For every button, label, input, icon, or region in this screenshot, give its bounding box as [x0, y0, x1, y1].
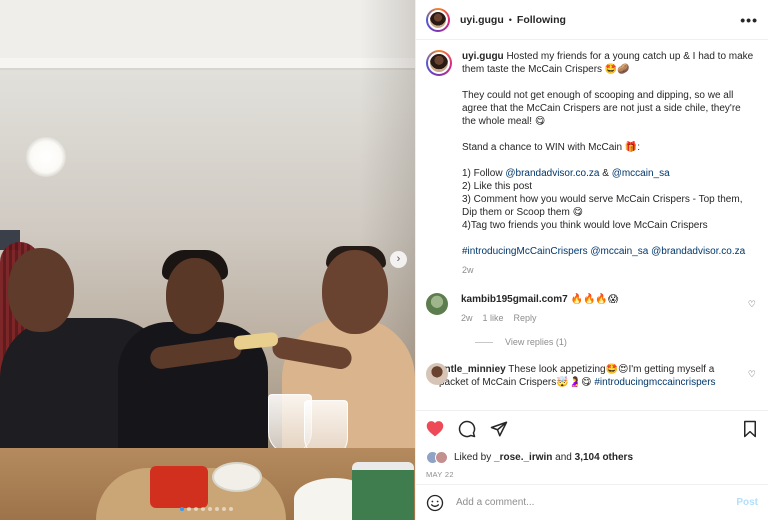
bookmark-icon[interactable]	[742, 420, 758, 438]
photo-red-bowl	[150, 466, 208, 508]
post-side-panel: uyi.gugu • Following ••• uyi.gugu Hosted…	[415, 0, 768, 520]
mention-link[interactable]: @mccain_sa	[612, 168, 670, 179]
caption-username[interactable]: uyi.gugu	[462, 51, 504, 62]
commenter-avatar[interactable]	[426, 293, 448, 315]
caption-rule4: 4)Tag two friends you think would love M…	[462, 220, 708, 231]
carousel-dot	[187, 507, 191, 511]
emoji-smiley-icon[interactable]	[426, 494, 444, 512]
caption-body: uyi.gugu Hosted my friends for a young c…	[462, 50, 756, 277]
post-comment-button[interactable]: Post	[736, 497, 758, 508]
photo-lamp	[26, 137, 66, 177]
caption-rule2: 2) Like this post	[462, 181, 533, 192]
carousel-dot	[222, 507, 226, 511]
carousel-dot	[194, 507, 198, 511]
view-replies-button[interactable]: View replies (1)	[475, 337, 756, 347]
comment-body: kambib195gmail.com7 🔥🔥🔥😱 2w 1 like Reply	[461, 293, 741, 325]
chevron-right-icon: ›	[396, 253, 401, 265]
commenter-username[interactable]: entle_minniey	[439, 364, 506, 375]
author-username[interactable]: uyi.gugu	[460, 14, 504, 26]
post-actions	[416, 410, 768, 446]
photo-person-right-head	[322, 250, 388, 334]
comment-text: 🔥🔥🔥😱	[567, 294, 619, 305]
caption: uyi.gugu Hosted my friends for a young c…	[426, 50, 756, 277]
follow-status-button[interactable]: Following	[517, 14, 566, 26]
view-replies-label: View replies (1)	[505, 337, 567, 347]
reply-button[interactable]: Reply	[514, 312, 537, 325]
carousel-indicator	[180, 507, 233, 511]
photo-molding	[0, 58, 415, 70]
commenter-avatar[interactable]	[426, 363, 448, 385]
photo-ceiling	[0, 0, 415, 62]
post-photo[interactable]: ›	[0, 0, 415, 520]
commenter-username[interactable]: kambib195gmail.com7	[461, 294, 568, 305]
comment-time[interactable]: 2w	[461, 312, 473, 325]
photo-person-center-head	[166, 258, 224, 334]
comment-bubble-icon[interactable]	[458, 420, 476, 438]
add-comment-bar: Post	[416, 484, 768, 520]
replies-line	[475, 341, 493, 343]
author-avatar[interactable]	[426, 7, 450, 32]
instagram-post: › uyi.gugu • Following ••• uyi.gugu Host…	[0, 0, 768, 520]
share-paper-plane-icon[interactable]	[490, 420, 508, 438]
post-header: uyi.gugu • Following •••	[416, 0, 768, 40]
caption-para3: Stand a chance to WIN with McCain 🎁:	[462, 142, 641, 153]
caption-rule1-mid: &	[599, 168, 612, 179]
comment-item: kambib195gmail.com7 🔥🔥🔥😱 2w 1 like Reply…	[426, 293, 756, 325]
comment-like-heart-icon[interactable]: ♡	[748, 369, 756, 380]
carousel-dot	[201, 507, 205, 511]
caption-avatar[interactable]	[426, 50, 452, 76]
comment-body: entle_minniey These look appetizing🤩😍I'm…	[439, 363, 719, 389]
comment-meta: 2w 1 like Reply	[461, 312, 741, 325]
comments-scroll-area[interactable]: uyi.gugu Hosted my friends for a young c…	[416, 40, 768, 410]
post-date[interactable]: MAY 22	[416, 466, 768, 484]
carousel-next-button[interactable]: ›	[390, 251, 407, 268]
likes-summary: Liked by _rose._irwin and 3,104 others	[416, 446, 768, 466]
comment-like-heart-icon[interactable]: ♡	[748, 299, 756, 310]
comment-likes[interactable]: 1 like	[483, 312, 504, 325]
photo-person-left-head	[8, 248, 74, 332]
caption-time[interactable]: 2w	[462, 264, 756, 277]
caption-line1: Hosted my friends for a young catch up &…	[462, 51, 754, 75]
hashtag-link[interactable]: #introducingmccaincrispers	[594, 377, 715, 388]
caption-rule1-prefix: 1) Follow	[462, 168, 506, 179]
likes-text: Liked by _rose._irwin and 3,104 others	[454, 451, 634, 463]
photo-dip-bowl	[212, 462, 262, 492]
header-separator: •	[508, 14, 512, 25]
more-horizontal-icon[interactable]: •••	[740, 12, 758, 28]
caption-rule3: 3) Comment how you would serve McCain Cr…	[462, 194, 743, 218]
photo-product-box	[352, 462, 414, 520]
caption-para2: They could not get enough of scooping an…	[462, 90, 741, 127]
likes-count-link[interactable]: 3,104 others	[575, 452, 633, 463]
mention-link[interactable]: @brandadvisor.co.za	[505, 168, 599, 179]
carousel-dot	[208, 507, 212, 511]
liker-avatar[interactable]	[435, 450, 448, 464]
carousel-dot	[229, 507, 233, 511]
like-heart-icon[interactable]	[426, 420, 444, 437]
liker-username[interactable]: _rose._irwin	[494, 452, 552, 463]
carousel-dot	[215, 507, 219, 511]
comment-input[interactable]	[456, 497, 737, 508]
caption-hashtags[interactable]: #introducingMcCainCrispers @mccain_sa @b…	[462, 245, 756, 258]
comment-item: entle_minniey These look appetizing🤩😍I'm…	[426, 363, 756, 389]
carousel-dot	[180, 507, 184, 511]
